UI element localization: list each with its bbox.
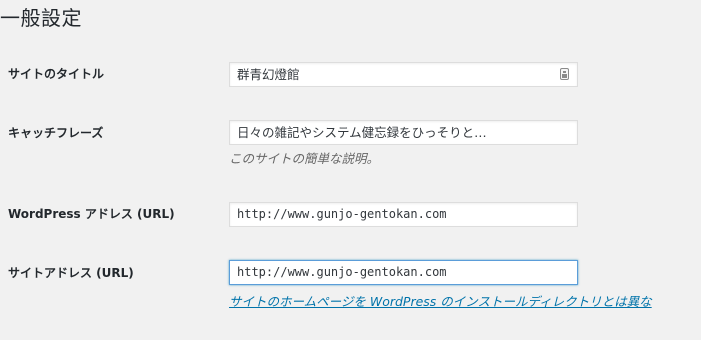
wordpress-address-input[interactable]: http://www.gunjo-gentokan.com xyxy=(229,202,578,227)
site-address-row: サイトアドレス (URL) http://www.gunjo-gentokan.… xyxy=(0,260,701,312)
site-title-input[interactable]: 群青幻燈館 xyxy=(229,62,578,87)
tagline-row: キャッチフレーズ 日々の雑記やシステム健忘録をひっそりと… このサイトの簡単な説… xyxy=(0,120,701,172)
site-title-value: 群青幻燈館 xyxy=(237,67,300,82)
tagline-description: このサイトの簡単な説明。 xyxy=(229,151,380,166)
site-address-label: サイトアドレス (URL) xyxy=(8,266,134,280)
tagline-input[interactable]: 日々の雑記やシステム健忘録をひっそりと… xyxy=(229,120,578,145)
wordpress-address-label: WordPress アドレス (URL) xyxy=(8,207,175,221)
general-settings-page: 一般設定 サイトのタイトル 群青幻燈館 キャッチフレーズ 日々の雑記やシステム健… xyxy=(0,0,701,340)
page-title: 一般設定 xyxy=(0,6,82,30)
site-title-label: サイトのタイトル xyxy=(8,67,105,81)
site-title-row: サイトのタイトル 群青幻燈館 xyxy=(0,62,701,88)
contact-card-icon[interactable] xyxy=(560,68,569,80)
site-address-help-link[interactable]: サイトのホームページを WordPress のインストールディレクトリとは異な xyxy=(229,293,652,311)
wordpress-address-row: WordPress アドレス (URL) http://www.gunjo-ge… xyxy=(0,202,701,228)
tagline-label: キャッチフレーズ xyxy=(8,126,104,140)
wordpress-address-value: http://www.gunjo-gentokan.com xyxy=(237,207,447,221)
tagline-value: 日々の雑記やシステム健忘録をひっそりと… xyxy=(237,125,487,140)
site-address-value: http://www.gunjo-gentokan.com xyxy=(237,265,447,279)
site-address-input[interactable]: http://www.gunjo-gentokan.com xyxy=(229,260,578,285)
